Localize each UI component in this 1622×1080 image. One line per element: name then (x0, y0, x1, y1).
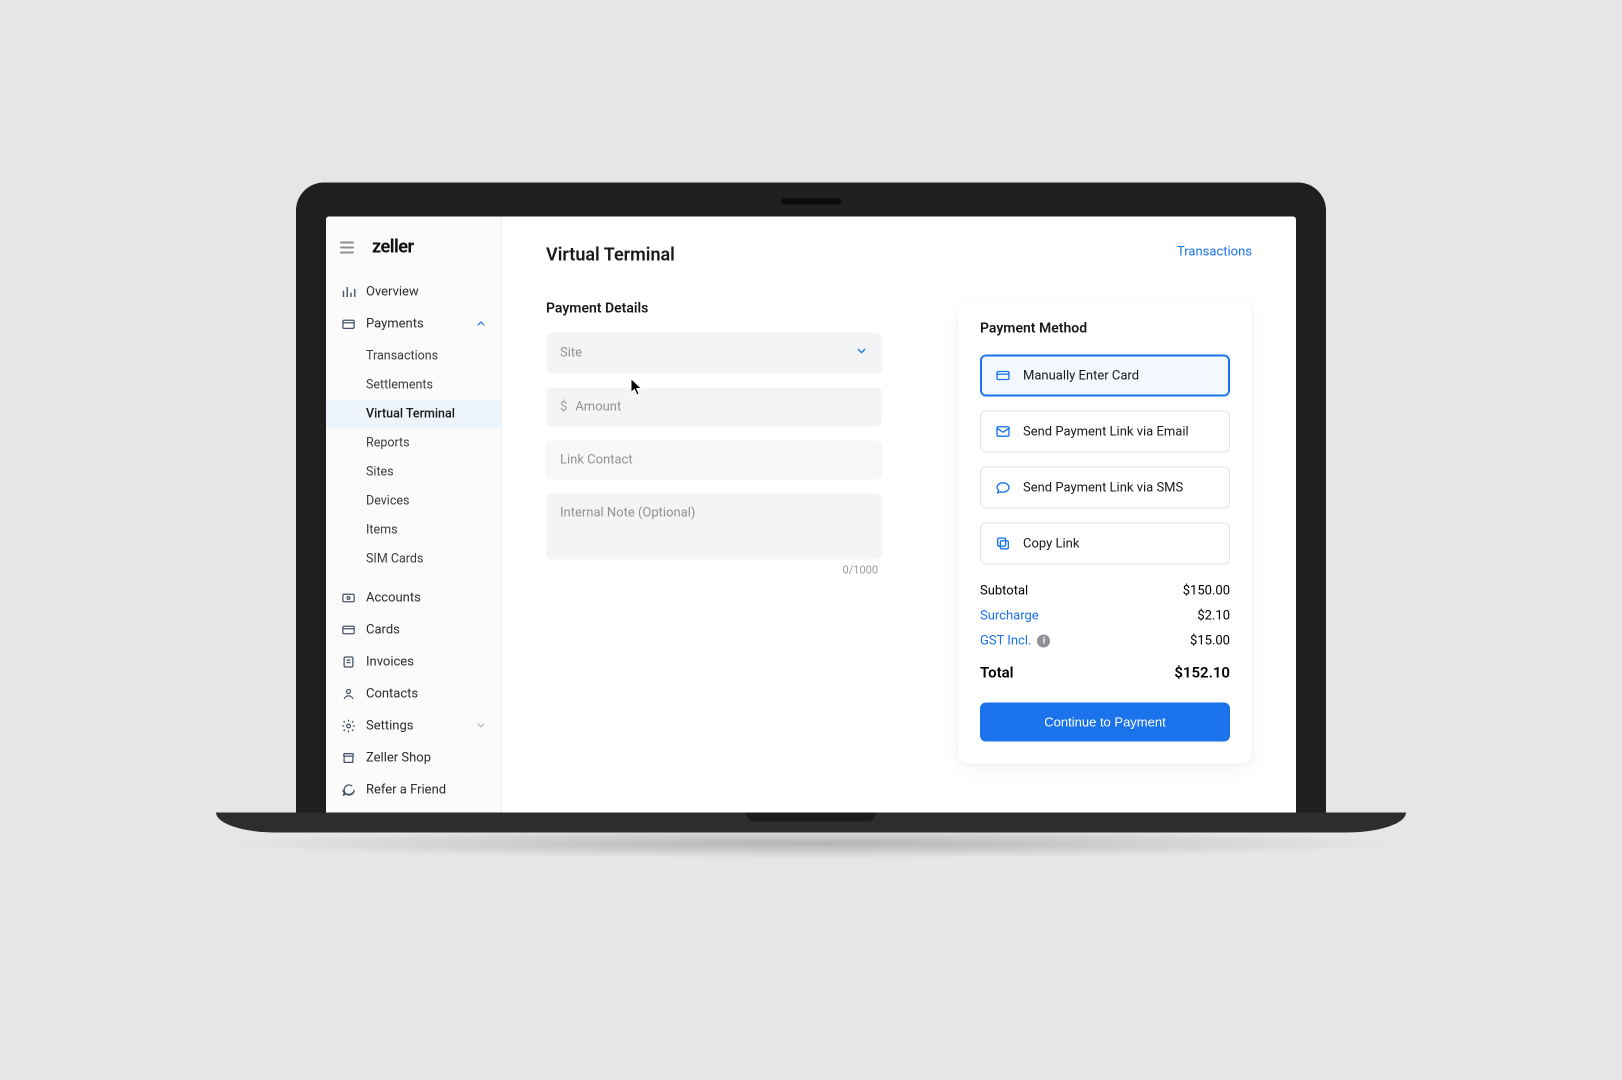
sidebar-item-zeller-shop[interactable]: Zeller Shop (326, 742, 501, 774)
mouse-cursor (630, 378, 644, 398)
subtotal-label: Subtotal (980, 584, 1028, 599)
sidebar-item-devices[interactable]: Devices (326, 487, 501, 516)
laptop-notch (781, 199, 841, 205)
page-title: Virtual Terminal (546, 245, 675, 266)
payment-method-card: Payment Method Manually Enter Card (958, 301, 1252, 764)
sidebar-item-settlements[interactable]: Settlements (326, 371, 501, 400)
surcharge-value: $2.10 (1197, 609, 1230, 624)
chart-bar-icon (340, 284, 356, 300)
option-copy-link[interactable]: Copy Link (980, 523, 1230, 565)
chat-icon (340, 782, 356, 798)
sidebar-item-accounts[interactable]: Accounts (326, 582, 501, 614)
sidebar-label: Refer a Friend (366, 782, 446, 797)
sidebar-item-invoices[interactable]: Invoices (326, 646, 501, 678)
copy-icon (995, 536, 1011, 552)
sidebar-item-contacts[interactable]: Contacts (326, 678, 501, 710)
site-placeholder: Site (560, 346, 582, 361)
note-char-counter: 0/1000 (546, 564, 882, 577)
money-icon (340, 590, 356, 606)
internal-note-input[interactable]: Internal Note (Optional) (546, 494, 882, 560)
option-payment-link-email[interactable]: Send Payment Link via Email (980, 411, 1230, 453)
dollar-icon: $ (560, 400, 567, 415)
card-icon (995, 368, 1011, 384)
payment-details-column: Payment Details Site $ Amount (546, 301, 882, 764)
gst-link[interactable]: GST Incl. i (980, 634, 1050, 649)
person-icon (340, 686, 356, 702)
internal-note-placeholder: Internal Note (Optional) (560, 506, 695, 521)
sidebar-item-virtual-terminal[interactable]: Virtual Terminal (326, 400, 501, 429)
option-label: Send Payment Link via Email (1023, 424, 1189, 439)
option-label: Copy Link (1023, 536, 1079, 551)
total-label: Total (980, 664, 1014, 682)
sidebar-label: Payments (366, 316, 424, 331)
chevron-down-icon (855, 345, 868, 362)
chat-icon (995, 480, 1011, 496)
continue-to-payment-button[interactable]: Continue to Payment (980, 703, 1230, 742)
sidebar-label: Zeller Shop (366, 750, 431, 765)
sidebar-item-sites[interactable]: Sites (326, 458, 501, 487)
amount-input[interactable]: $ Amount (546, 388, 882, 427)
payment-summary: Subtotal $150.00 Surcharge $2.10 GST In (980, 579, 1230, 687)
brand-logo: zeller (372, 237, 414, 258)
chevron-up-icon (475, 318, 487, 330)
sidebar-item-refer[interactable]: Refer a Friend (326, 774, 501, 806)
card-icon (340, 622, 356, 638)
sidebar-label: Settings (366, 718, 413, 733)
gear-icon (340, 718, 356, 734)
laptop-shadow (216, 829, 1406, 859)
sidebar-item-reports[interactable]: Reports (326, 429, 501, 458)
hamburger-icon[interactable] (340, 241, 354, 253)
link-contact-placeholder: Link Contact (560, 453, 633, 468)
amount-placeholder: Amount (575, 400, 621, 415)
sidebar-submenu-payments: Transactions Settlements Virtual Termina… (326, 340, 501, 582)
payment-method-heading: Payment Method (980, 321, 1230, 337)
surcharge-link[interactable]: Surcharge (980, 609, 1039, 624)
sidebar-item-overview[interactable]: Overview (326, 276, 501, 308)
invoice-icon (340, 654, 356, 670)
gst-value: $15.00 (1190, 634, 1230, 649)
payment-details-heading: Payment Details (546, 301, 882, 317)
option-payment-link-sms[interactable]: Send Payment Link via SMS (980, 467, 1230, 509)
sidebar-label: Overview (366, 284, 419, 299)
sidebar-item-payments[interactable]: Payments (326, 308, 501, 340)
sidebar-label: Contacts (366, 686, 418, 701)
site-select[interactable]: Site (546, 333, 882, 374)
subtotal-value: $150.00 (1183, 584, 1230, 599)
sidebar-item-sim-cards[interactable]: SIM Cards (326, 545, 501, 574)
sidebar-item-items[interactable]: Items (326, 516, 501, 545)
sidebar-item-settings[interactable]: Settings (326, 710, 501, 742)
app-screen: zeller Overview Payments (326, 217, 1296, 813)
shop-icon (340, 750, 356, 766)
sidebar-item-help[interactable]: Help (326, 806, 501, 813)
sidebar-item-cards[interactable]: Cards (326, 614, 501, 646)
sidebar-label: Cards (366, 622, 400, 637)
sidebar-item-transactions[interactable]: Transactions (326, 342, 501, 371)
transactions-link[interactable]: Transactions (1177, 245, 1252, 266)
sidebar-label: Invoices (366, 654, 414, 669)
mail-icon (995, 424, 1011, 440)
option-label: Send Payment Link via SMS (1023, 480, 1183, 495)
info-icon: i (1037, 635, 1050, 648)
sidebar: zeller Overview Payments (326, 217, 502, 813)
total-value: $152.10 (1174, 664, 1230, 682)
link-contact-input[interactable]: Link Contact (546, 441, 882, 480)
option-label: Manually Enter Card (1023, 368, 1139, 383)
chevron-down-icon (475, 720, 487, 732)
sidebar-label: Accounts (366, 590, 421, 605)
option-manual-card[interactable]: Manually Enter Card (980, 355, 1230, 397)
wallet-icon (340, 316, 356, 332)
